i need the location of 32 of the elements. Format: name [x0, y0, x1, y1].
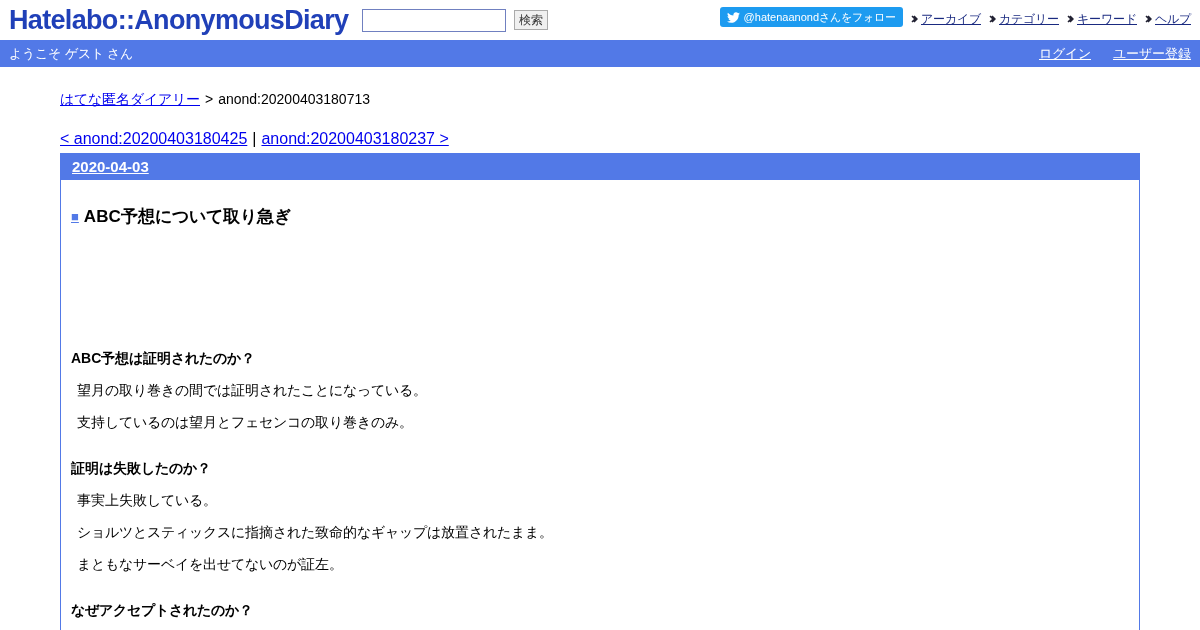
site-logo[interactable]: Hatelabo::AnonymousDiary [9, 0, 349, 41]
entry-title: ABC予想について取り急ぎ [83, 206, 291, 228]
breadcrumb-current: anond:20200403180713 [218, 90, 370, 109]
paragraph: 望月の取り巻きの間では証明されたことになっている。 [77, 380, 428, 400]
nav-link[interactable]: アーカイブ [921, 10, 981, 28]
account-link[interactable]: ユーザー登録 [1113, 43, 1191, 64]
paragraph: 事実上失敗している。 [77, 490, 218, 510]
nav-link[interactable]: キーワード [1077, 10, 1137, 28]
date-link[interactable]: 2020-04-03 [72, 155, 149, 179]
double-chevron-icon [911, 15, 918, 23]
section-heading: 証明は失敗したのか？ [71, 458, 212, 478]
section-heading: なぜアクセプトされたのか？ [71, 600, 254, 620]
next-link[interactable]: anond:20200403180237 > [261, 127, 449, 151]
paragraph: ショルツとスティックスに指摘された致命的なギャップは放置されたまま。 [77, 522, 554, 542]
search-field[interactable] [362, 8, 507, 32]
paragraph: まともなサーベイを出せてないのが証左。 [77, 554, 344, 574]
nav-link[interactable]: ヘルプ [1155, 10, 1191, 28]
bird-icon [726, 10, 740, 24]
previous-link[interactable]: < anond:20200403180425 [60, 127, 248, 151]
nav-link[interactable]: カテゴリー [999, 10, 1059, 28]
entry-marker-link[interactable]: ■ [71, 207, 79, 227]
double-chevron-icon [989, 15, 996, 23]
double-chevron-icon [1145, 15, 1152, 23]
pager-separator: | [252, 129, 257, 149]
paragraph: 支持しているのは望月とフェセンコの取り巻きのみ。 [77, 412, 414, 432]
account-link[interactable]: ログイン [1039, 43, 1091, 64]
greeting-text: ようこそ ゲスト さん [9, 44, 134, 63]
search-button[interactable]: 検索 [514, 10, 549, 30]
double-chevron-icon [1067, 15, 1074, 23]
breadcrumb-separator: > [205, 90, 214, 109]
breadcrumb-link[interactable]: はてな匿名ダイアリー [60, 89, 200, 110]
section-heading: ABC予想は証明されたのか？ [71, 348, 257, 368]
